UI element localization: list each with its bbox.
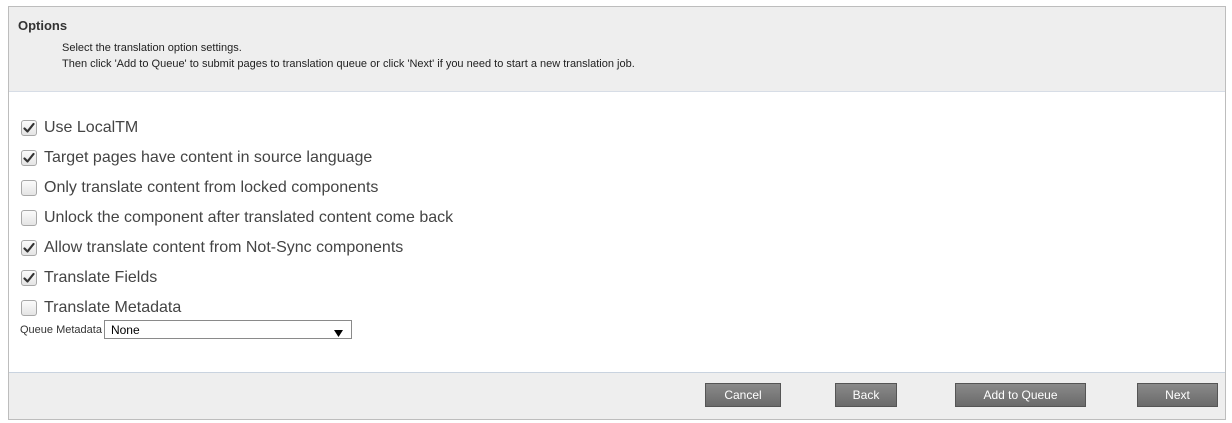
option-label: Unlock the component after translated co… <box>44 209 454 226</box>
option-label: Translate Fields <box>44 269 158 286</box>
option-label: Use LocalTM <box>44 119 139 136</box>
checkbox[interactable] <box>21 240 37 256</box>
instruction-line-1: Select the translation option settings. <box>62 42 242 54</box>
next-button[interactable]: Next <box>1137 383 1218 407</box>
checkbox[interactable] <box>21 210 37 226</box>
option-only-locked-components[interactable]: Only translate content from locked compo… <box>21 173 1225 203</box>
add-to-queue-button[interactable]: Add to Queue <box>955 383 1086 407</box>
option-label: Translate Metadata <box>44 299 182 316</box>
instruction-line-2: Then click 'Add to Queue' to submit page… <box>62 58 635 70</box>
option-translate-metadata[interactable]: Translate Metadata <box>21 293 1225 323</box>
option-use-localtm[interactable]: Use LocalTM <box>21 113 1225 143</box>
checkbox[interactable] <box>21 180 37 196</box>
checkmark-icon <box>23 272 35 283</box>
option-label: Only translate content from locked compo… <box>44 179 379 196</box>
checkmark-icon <box>23 242 35 253</box>
back-button[interactable]: Back <box>835 383 897 407</box>
queue-metadata-select[interactable]: None <box>103 320 352 340</box>
checkbox[interactable] <box>21 120 37 136</box>
checkbox[interactable] <box>21 300 37 316</box>
cancel-button[interactable]: Cancel <box>705 383 781 407</box>
option-unlock-after-translation[interactable]: Unlock the component after translated co… <box>21 203 1225 233</box>
checkbox[interactable] <box>21 270 37 286</box>
dropdown-arrow-icon <box>333 326 343 340</box>
options-header: Options Select the translation option se… <box>9 7 1225 92</box>
checkbox[interactable] <box>21 150 37 166</box>
option-label: Target pages have content in source lang… <box>44 149 373 166</box>
button-bar: Cancel Back Add to Queue Next <box>9 372 1225 419</box>
queue-metadata-value: None <box>110 323 140 337</box>
option-label: Allow translate content from Not-Sync co… <box>44 239 404 256</box>
checkmark-icon <box>23 152 35 163</box>
option-target-pages-source-language[interactable]: Target pages have content in source lang… <box>21 143 1225 173</box>
page-title: Options <box>18 18 68 33</box>
options-panel: Options Select the translation option se… <box>8 6 1226 420</box>
option-allow-not-sync-components[interactable]: Allow translate content from Not-Sync co… <box>21 233 1225 263</box>
option-translate-fields[interactable]: Translate Fields <box>21 263 1225 293</box>
checkmark-icon <box>23 122 35 133</box>
options-list: Use LocalTM Target pages have content in… <box>21 113 1225 323</box>
queue-metadata-row: Queue Metadata None <box>20 320 352 339</box>
queue-metadata-label: Queue Metadata <box>20 323 102 336</box>
